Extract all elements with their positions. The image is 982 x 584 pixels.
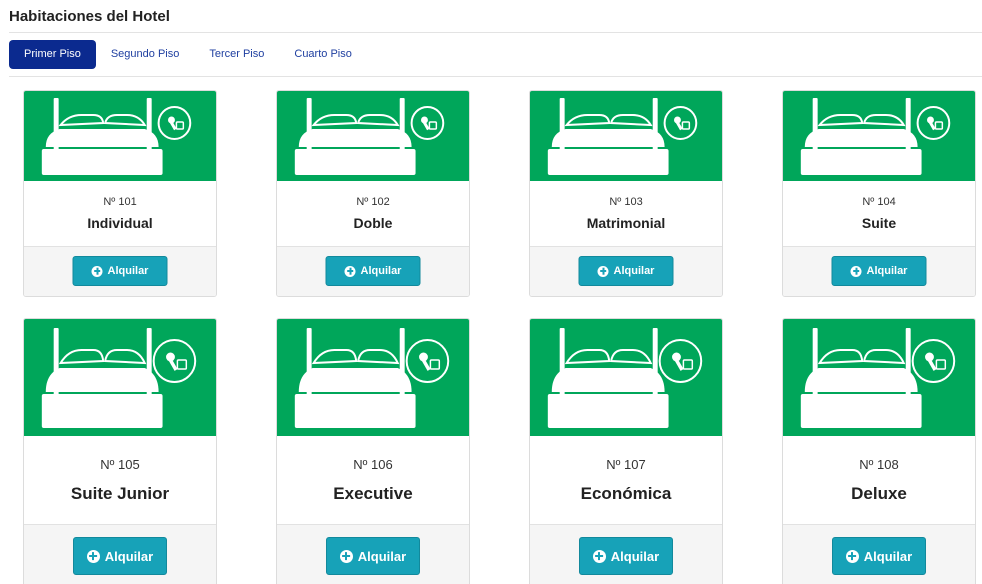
page-title: Habitaciones del Hotel (9, 8, 170, 25)
tab-primer-piso[interactable]: Primer Piso (9, 40, 96, 69)
plus-circle-icon (91, 265, 103, 277)
room-card-103: Nº 103 Matrimonial Alquilar (529, 90, 723, 297)
rent-button-label: Alquilar (104, 548, 154, 564)
room-number: Nº 103 (609, 196, 643, 208)
room-image (24, 91, 216, 181)
plus-circle-icon (845, 549, 859, 563)
room-card-106: Nº 106 Executive Alquilar (276, 318, 470, 584)
room-image (277, 319, 469, 436)
rent-button-label: Alquilar (357, 548, 407, 564)
card-footer: Alquilar (277, 524, 469, 584)
card-footer: Alquilar (783, 246, 975, 296)
card-footer: Alquilar (783, 524, 975, 584)
room-type: Suite Junior (70, 484, 170, 503)
rent-button-label: Alquilar (613, 265, 655, 277)
card-footer: Alquilar (530, 246, 722, 296)
room-number: Nº 101 (103, 196, 137, 208)
card-footer: Alquilar (24, 524, 216, 584)
plus-circle-icon (592, 549, 606, 563)
card-footer: Alquilar (24, 246, 216, 296)
rent-button[interactable]: Alquilar (72, 256, 168, 286)
rent-button[interactable]: Alquilar (831, 256, 927, 286)
bed-icon (294, 328, 450, 428)
bed-icon (800, 98, 951, 175)
room-image (783, 319, 975, 436)
room-number: Nº 108 (859, 457, 899, 472)
room-card-108: Nº 108 Deluxe Alquilar (782, 318, 976, 584)
room-number: Nº 104 (862, 196, 896, 208)
rent-button[interactable]: Alquilar (832, 537, 926, 575)
room-type: Suite (861, 215, 897, 231)
tab-cuarto-piso[interactable]: Cuarto Piso (279, 40, 366, 69)
room-type: Individual (87, 215, 153, 231)
room-number: Nº 106 (353, 457, 393, 472)
bed-icon (547, 328, 703, 428)
rent-button-label: Alquilar (107, 265, 149, 277)
tab-segundo-piso[interactable]: Segundo Piso (96, 40, 195, 69)
room-image (277, 91, 469, 181)
tabs-divider (9, 76, 982, 77)
plus-circle-icon (339, 549, 353, 563)
plus-circle-icon (86, 549, 100, 563)
title-divider (9, 32, 982, 33)
rent-button-label: Alquilar (610, 548, 660, 564)
bed-icon (800, 328, 956, 428)
room-card-102: Nº 102 Doble Alquilar (276, 90, 470, 297)
card-footer: Alquilar (530, 524, 722, 584)
card-footer: Alquilar (277, 246, 469, 296)
tab-tercer-piso[interactable]: Tercer Piso (194, 40, 279, 69)
room-card-101: Nº 101 Individual Alquilar (23, 90, 217, 297)
room-type: Matrimonial (586, 215, 666, 231)
room-image (783, 91, 975, 181)
plus-circle-icon (850, 265, 862, 277)
room-type: Executive (333, 484, 413, 503)
room-card-105: Nº 105 Suite Junior Alquilar (23, 318, 217, 584)
rent-button[interactable]: Alquilar (326, 537, 420, 575)
rent-button-label: Alquilar (360, 265, 402, 277)
room-number: Nº 105 (100, 457, 140, 472)
room-type: Doble (353, 215, 393, 231)
bed-icon (547, 98, 698, 175)
room-card-104: Nº 104 Suite Alquilar (782, 90, 976, 297)
room-type: Económica (580, 484, 672, 503)
room-number: Nº 102 (356, 196, 390, 208)
bed-icon (41, 98, 192, 175)
floor-tabs: Primer Piso Segundo Piso Tercer Piso Cua… (9, 40, 367, 69)
rent-button-label: Alquilar (863, 548, 913, 564)
room-card-107: Nº 107 Económica Alquilar (529, 318, 723, 584)
room-image (530, 319, 722, 436)
rent-button[interactable]: Alquilar (73, 537, 167, 575)
rent-button[interactable]: Alquilar (325, 256, 421, 286)
room-image (24, 319, 216, 436)
rent-button-label: Alquilar (866, 265, 908, 277)
room-number: Nº 107 (606, 457, 646, 472)
rent-button[interactable]: Alquilar (578, 256, 674, 286)
bed-icon (294, 98, 445, 175)
room-type: Deluxe (851, 484, 907, 503)
plus-circle-icon (344, 265, 356, 277)
room-image (530, 91, 722, 181)
rent-button[interactable]: Alquilar (579, 537, 673, 575)
plus-circle-icon (597, 265, 609, 277)
bed-icon (41, 328, 197, 428)
